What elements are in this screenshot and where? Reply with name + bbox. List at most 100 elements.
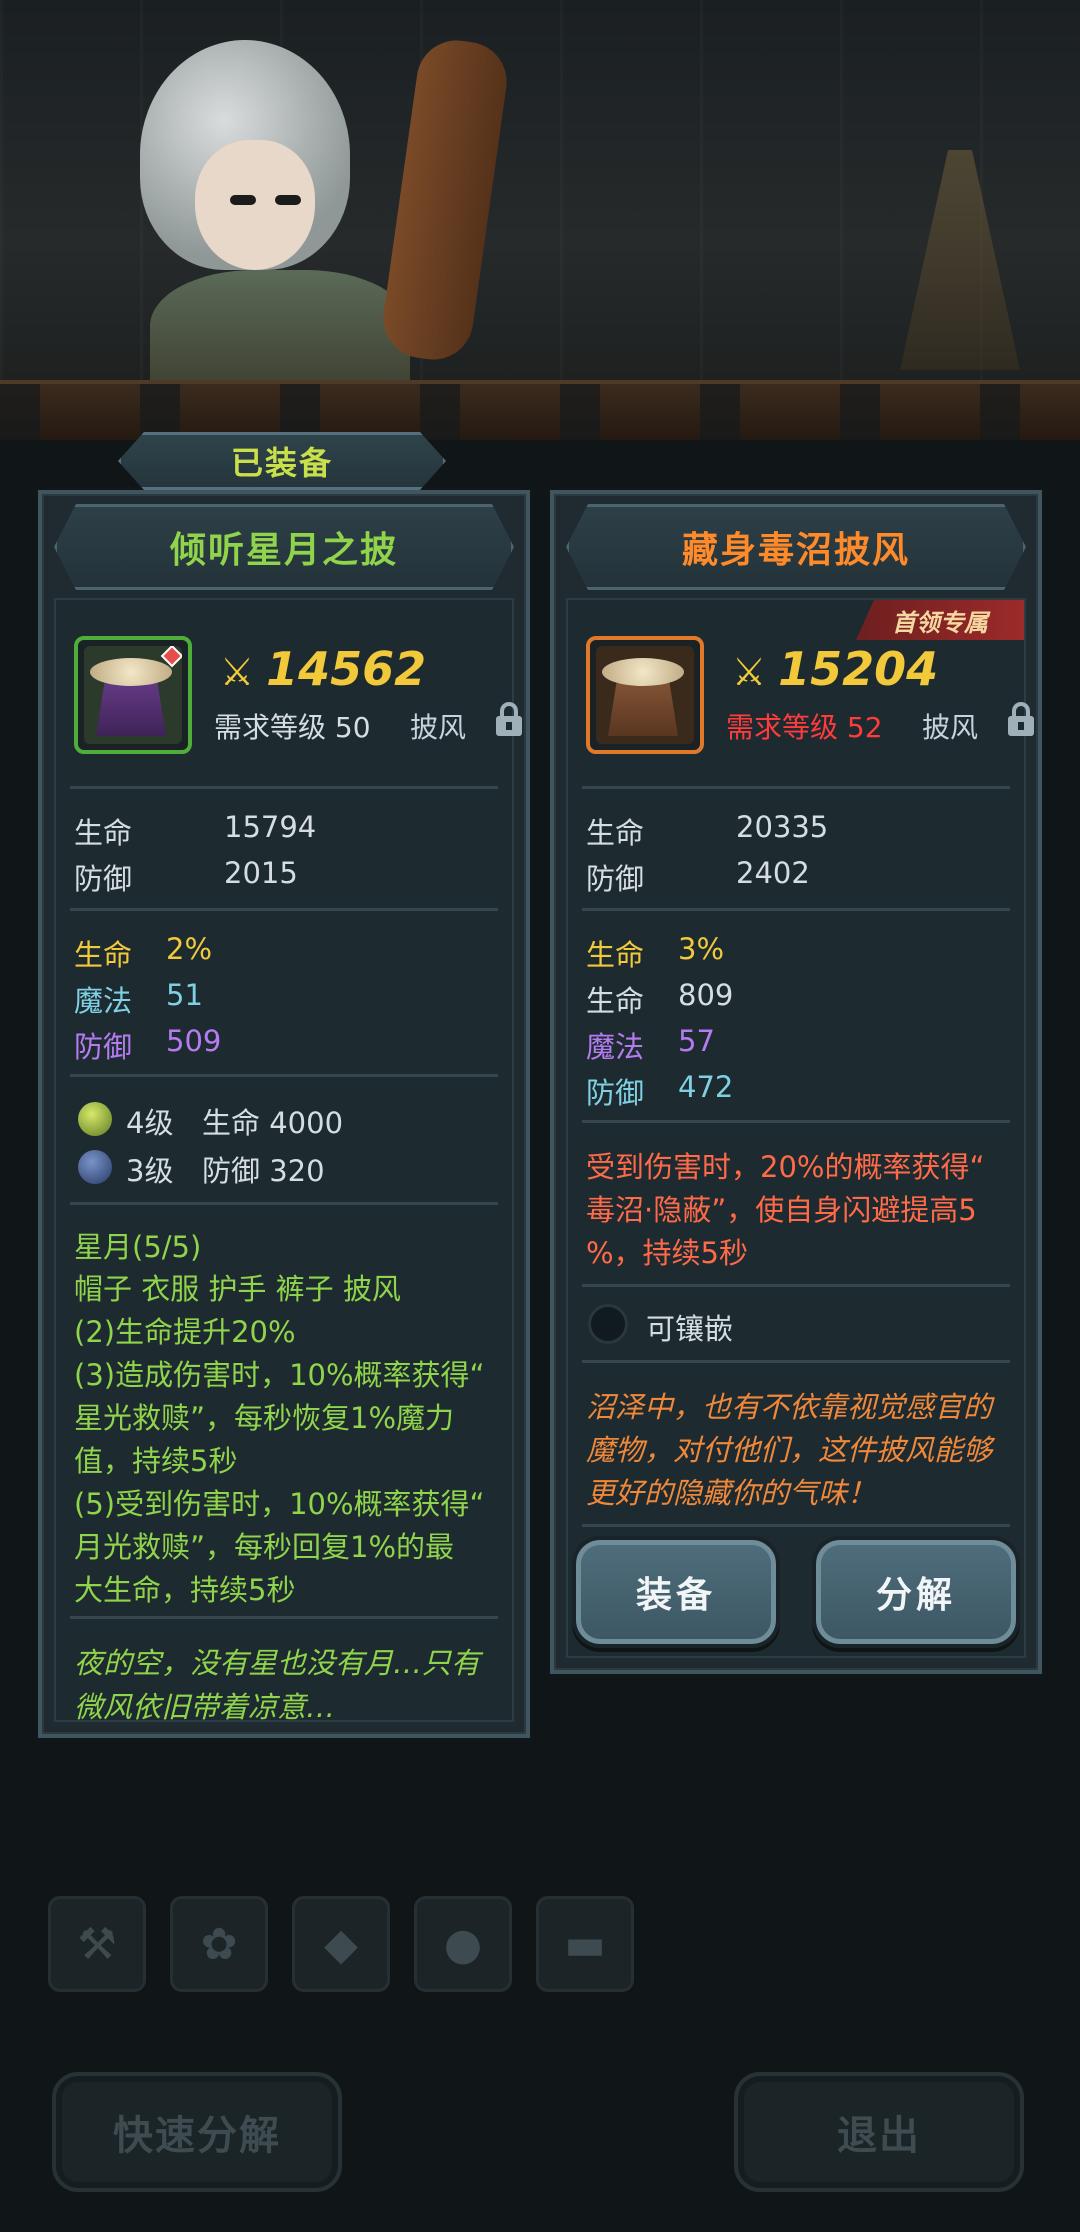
- divider: [70, 786, 498, 789]
- set-bonus-line: 星光救赎”，每秒恢复1%魔力: [74, 1401, 455, 1435]
- bonus-stat-label: 生命: [586, 984, 645, 1018]
- power-icon: ⚔: [732, 650, 767, 694]
- new-item-name: 藏身毒沼披风: [681, 530, 910, 571]
- lock-body: [1008, 716, 1034, 736]
- lore-line: 魔物，对付他们，这件披风能够: [586, 1433, 993, 1467]
- lore-line: 微风依旧带着凉意…: [74, 1690, 336, 1724]
- set-bonus-line: (5)受到伤害时，10%概率获得“: [74, 1487, 485, 1521]
- bonus-stat-label: 防御: [74, 1030, 133, 1064]
- cape-icon: [84, 646, 182, 744]
- hero-eye: [230, 195, 256, 205]
- bonus-stat-value: 2%: [166, 932, 213, 966]
- divider: [70, 1074, 498, 1077]
- empty-socket-icon: [588, 1304, 628, 1344]
- fur-collar: [90, 658, 172, 686]
- divider: [70, 1616, 498, 1619]
- equipped-item-name: 倾听星月之披: [169, 530, 398, 571]
- set-bonus-line: 值，持续5秒: [74, 1444, 238, 1478]
- exit-label: 退出: [837, 2113, 921, 2159]
- equip-button[interactable]: 装备: [572, 1536, 780, 1648]
- special-effect-line: 受到伤害时，20%的概率获得“: [586, 1150, 985, 1184]
- divider: [582, 786, 1010, 789]
- socket-label: 可镶嵌: [646, 1312, 734, 1346]
- lock-icon[interactable]: [496, 702, 522, 736]
- bonus-stat-value: 509: [166, 1024, 222, 1058]
- equip-button-label: 装备: [635, 1575, 716, 1616]
- boss-exclusive-tag: 首领专属: [856, 600, 1024, 640]
- set-bonus-line: (3)造成伤害时，10%概率获得“: [74, 1358, 485, 1392]
- defense-gem-icon: [78, 1150, 112, 1184]
- lore-line: 夜的空，没有星也没有月…只有: [74, 1646, 481, 1680]
- bonus-stat-value: 57: [678, 1024, 715, 1058]
- divider: [582, 908, 1010, 911]
- divider: [582, 1284, 1010, 1287]
- background-scene: [0, 0, 1080, 440]
- divider: [582, 1360, 1010, 1363]
- base-stat-value: 15794: [224, 810, 317, 844]
- base-stat-label: 防御: [586, 862, 645, 896]
- new-item-power-value: 15204: [778, 642, 939, 696]
- equipped-power: ⚔ 14562: [220, 642, 426, 696]
- equipped-power-value: 14562: [266, 642, 427, 696]
- equipped-slot-type: 披风: [410, 711, 467, 744]
- hero-eye: [275, 195, 301, 205]
- base-stat-label: 生命: [74, 816, 133, 850]
- gem-icon[interactable]: ◆: [292, 1896, 390, 1992]
- divider: [582, 1524, 1010, 1527]
- equipped-item-body: ⚔ 14562 需求等级 50 披风 生命 15794 防御 2015 生命 2%…: [54, 598, 522, 1724]
- new-item-power: ⚔ 15204: [732, 642, 938, 696]
- filter-bar: ⚒ ✿ ◆ ● ▬: [48, 1896, 648, 1996]
- new-item-icon: [586, 636, 704, 754]
- gem-level: 4级: [126, 1106, 174, 1140]
- lock-icon[interactable]: [1008, 702, 1034, 736]
- quick-decompose-label: 快速分解: [113, 2113, 281, 2159]
- lore-line: 沼泽中，也有不依靠视觉感官的: [586, 1390, 993, 1424]
- base-stat-label: 防御: [74, 862, 133, 896]
- life-gem-icon: [78, 1102, 112, 1136]
- set-bonus-line: 大生命，持续5秒: [74, 1573, 296, 1607]
- bonus-stat-value: 472: [678, 1070, 734, 1104]
- set-bonus-line: 月光救赎”，每秒回复1%的最: [74, 1530, 455, 1564]
- base-stat-value: 2402: [736, 856, 810, 890]
- gem-stat: 生命 4000: [202, 1106, 344, 1140]
- decompose-button-label: 分解: [875, 1575, 956, 1616]
- hero-face: [195, 140, 315, 270]
- bonus-stat-label: 魔法: [74, 984, 133, 1018]
- bonus-stat-value: 51: [166, 978, 203, 1012]
- special-effect-line: %，持续5秒: [586, 1236, 749, 1270]
- equipped-tab-label: 已装备: [230, 444, 333, 482]
- divider: [582, 1120, 1010, 1123]
- base-stat-value: 20335: [736, 810, 829, 844]
- set-title: 星月(5/5): [74, 1230, 202, 1264]
- exit-button[interactable]: 退出: [734, 2072, 1024, 2192]
- quick-decompose-button[interactable]: 快速分解: [52, 2072, 342, 2192]
- bonus-stat-value: 3%: [678, 932, 725, 966]
- paw-icon[interactable]: ✿: [170, 1896, 268, 1992]
- boss-exclusive-label: 首领专属: [892, 608, 988, 637]
- lore-line: 更好的隐藏你的气味！: [586, 1476, 877, 1510]
- equipped-item-icon: [74, 636, 192, 754]
- new-item-body: 首领专属 ⚔ 15204 需求等级 52 披风 生命 20335 防御 2402 …: [566, 598, 1034, 1658]
- divider: [70, 1202, 498, 1205]
- hero-character: [110, 20, 430, 410]
- gem-stat: 防御 320: [202, 1154, 325, 1188]
- decompose-button[interactable]: 分解: [812, 1536, 1020, 1648]
- equipped-item-panel: 倾听星月之披 ⚔ 14562 需求等级 50 披风 生命 15794 防御 201…: [38, 490, 530, 1738]
- new-item-required-level: 需求等级 52: [726, 711, 883, 744]
- wooden-beam: [0, 380, 1080, 440]
- power-icon: ⚔: [220, 650, 255, 694]
- base-stat-value: 2015: [224, 856, 298, 890]
- set-pieces: 帽子 衣服 护手 裤子 披风: [74, 1272, 401, 1306]
- equipped-tab: 已装备: [118, 432, 446, 490]
- lock-body: [496, 716, 522, 736]
- special-effect-line: 毒沼·隐蔽”，使自身闪避提高5: [586, 1193, 977, 1227]
- hammer-icon[interactable]: ⚒: [48, 1896, 146, 1992]
- chest-icon[interactable]: ▬: [536, 1896, 634, 1992]
- equipped-required-level: 需求等级 50: [214, 711, 371, 744]
- base-stat-label: 生命: [586, 816, 645, 850]
- bonus-stat-label: 魔法: [586, 1030, 645, 1064]
- new-item-header: 藏身毒沼披风: [566, 504, 1026, 590]
- ore-icon[interactable]: ●: [414, 1896, 512, 1992]
- equipped-item-header: 倾听星月之披: [54, 504, 514, 590]
- bonus-stat-label: 生命: [74, 938, 133, 972]
